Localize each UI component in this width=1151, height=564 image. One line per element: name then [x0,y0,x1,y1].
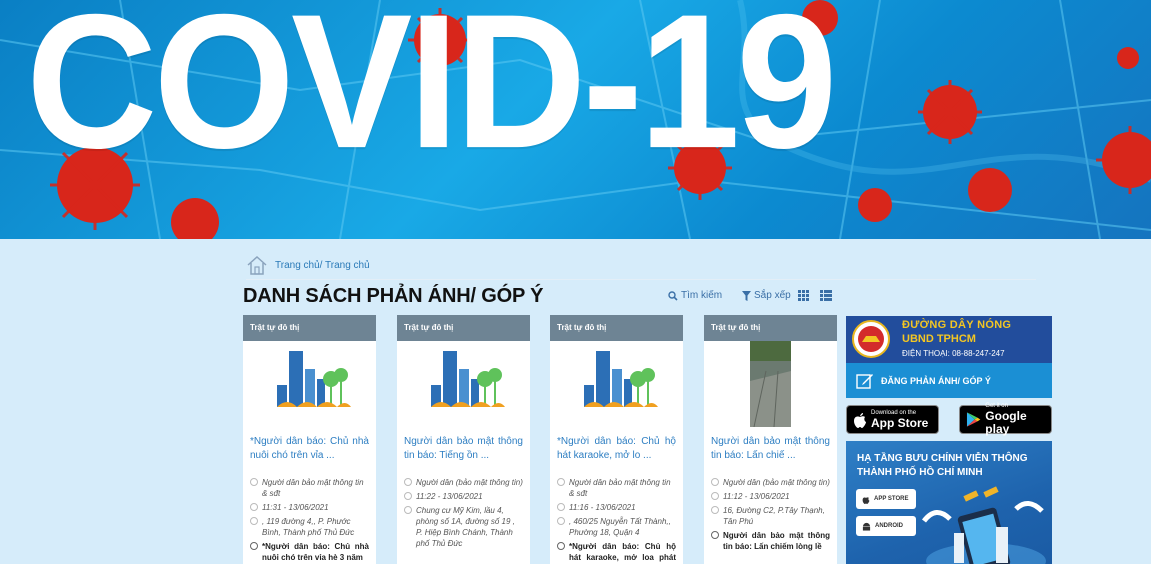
card-image[interactable] [243,341,376,427]
card-address: , 460/25 Nguyễn Tất Thành,, Phường 18, Q… [557,516,676,538]
card-time: 11:16 - 13/06/2021 [557,502,676,513]
card-address: , 119 đường 4,, P. Phước Bình, Thành phố… [250,516,369,538]
card-image[interactable] [550,341,683,427]
card-image[interactable] [704,341,837,428]
card-description: *Người dân báo: Chủ hộ hát karaoke, mở l… [557,541,676,564]
card-address: Chung cư Mỹ Kim, lầu 4, phòng số 1A, đườ… [404,505,523,549]
search-label: Tìm kiếm [681,290,723,301]
hotline-subtitle: UBND TPHCM [902,333,976,345]
card-time: 11:12 - 13/06/2021 [711,491,830,502]
sort-button[interactable]: Sắp xếp [742,290,791,301]
card-title[interactable]: *Người dân báo: Chủ hộ hát karaoke, mở l… [550,435,683,463]
banner-title: COVID-19 [26,0,837,189]
card-description: *Người dân báo: Chủ nhà nuôi chó trên vỉ… [250,541,369,563]
google-play-icon [966,412,981,427]
breadcrumb: Trang chủ/ Trang chủ [246,254,1036,280]
card-description: Người dân bảo mật thông tin báo: Lấn chi… [711,530,830,552]
search-button[interactable]: Tìm kiếm [668,290,722,301]
report-card[interactable]: Trật tự đô thị Người dân bảo mật thông t… [397,315,530,564]
user-icon [557,478,565,486]
sort-label: Sắp xếp [754,290,791,301]
card-category: Trật tự đô thị [397,315,530,341]
apple-icon [854,412,866,428]
clock-icon [711,492,719,500]
grid-view-icon [798,290,809,301]
card-author: Người dân (bảo mật thông tin) [711,477,830,488]
card-time: 11:31 - 13/06/2021 [250,502,369,513]
home-icon[interactable] [246,254,268,276]
user-icon [404,478,412,486]
location-icon [711,506,719,514]
street-photo [750,341,791,428]
google-play-badge[interactable]: Get it on Google play [959,403,1052,436]
hotline-box[interactable]: ĐƯỜNG DÂY NÓNG UBND TPHCM ĐIỆN THOẠI: 08… [846,316,1052,363]
submit-report-button[interactable]: ĐĂNG PHẢN ÁNH/ GÓP Ý [846,363,1052,398]
telecom-illustration [922,486,1046,564]
comment-icon [557,542,565,550]
card-address: 16, Đường C2, P.Tây Thạnh, Tân Phú [711,505,830,527]
app-store-big: App Store [871,415,929,430]
hcmc-emblem [852,320,890,358]
covid-banner: COVID-19 [0,0,1151,239]
clock-icon [557,503,565,511]
grid-view-button[interactable] [798,290,809,301]
list-view-icon [820,290,832,301]
card-author: Người dân bảo mật thông tin & sđt [250,477,369,499]
list-view-button[interactable] [820,290,832,301]
clock-icon [404,492,412,500]
filter-icon [742,290,751,301]
city-placeholder-icon [277,351,351,407]
hotline-title: ĐƯỜNG DÂY NÓNG [902,319,1012,331]
card-title[interactable]: Người dân bảo mật thông tin báo: Tiếng ồ… [397,435,530,463]
location-icon [250,517,258,525]
google-play-big: Google play [985,409,1027,436]
report-card[interactable]: Trật tự đô thị *Người dân báo: Chủ hộ há… [550,315,683,564]
card-author: Người dân bảo mật thông tin & sđt [557,477,676,499]
user-icon [711,478,719,486]
report-card[interactable]: Trật tự đô thị *Người dân báo: Chủ nhà n… [243,315,376,564]
card-author: Người dân (bảo mật thông tin) [404,477,523,488]
card-time: 11:22 - 13/06/2021 [404,491,523,502]
report-card[interactable]: Trật tự đô thị Người dân bảo mật thông t… [704,315,837,564]
card-title[interactable]: Người dân bảo mật thông tin báo: Lấn chi… [704,435,837,463]
city-placeholder-icon [431,351,505,407]
location-icon [404,506,412,514]
submit-report-label: ĐĂNG PHẢN ÁNH/ GÓP Ý [881,375,991,386]
search-icon [668,290,678,301]
breadcrumb-link[interactable]: Trang chủ/ Trang chủ [275,260,370,271]
comment-icon [711,531,719,539]
user-icon [250,478,258,486]
card-category: Trật tự đô thị [550,315,683,341]
app-store-badge[interactable]: Download on the App Store [846,405,939,434]
edit-icon [856,373,873,389]
card-image[interactable] [397,341,530,427]
clock-icon [250,503,258,511]
hotline-phone: ĐIỆN THOẠI: 08-88-247-247 [902,349,1005,358]
comment-icon [250,542,258,550]
card-category: Trật tự đô thị [704,315,837,341]
card-category: Trật tự đô thị [243,315,376,341]
telecom-infra-banner[interactable]: HẠ TẦNG BƯU CHÍNH VIỄN THÔNG THÀNH PHỐ H… [846,441,1052,564]
city-placeholder-icon [584,351,658,407]
location-icon [557,517,565,525]
card-title[interactable]: *Người dân báo: Chủ nhà nuôi chó trên vỉ… [243,435,376,463]
page-title: DANH SÁCH PHẢN ÁNH/ GÓP Ý [243,285,544,307]
